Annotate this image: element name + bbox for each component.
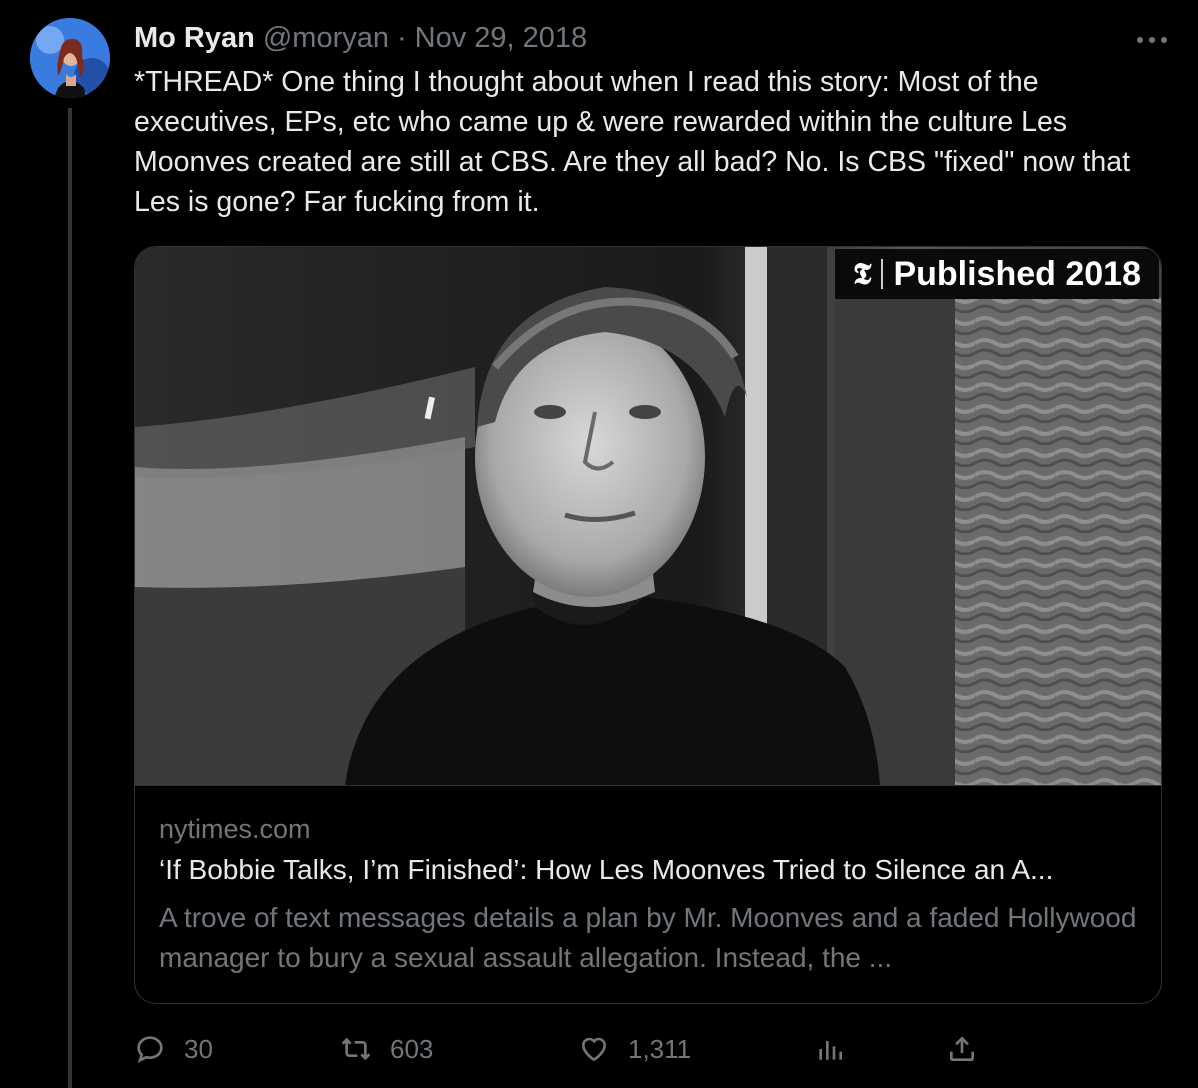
badge-separator [881, 259, 884, 289]
card-image: 𝕿 Published 2018 [135, 247, 1161, 785]
published-badge: 𝕿 Published 2018 [835, 249, 1159, 299]
views-button[interactable] [814, 1026, 846, 1072]
reply-count: 30 [184, 1033, 213, 1064]
like-icon [581, 1037, 607, 1062]
nyt-logo-icon: 𝕿 [853, 256, 872, 292]
tweet-date[interactable]: Nov 29, 2018 [415, 22, 588, 55]
tweet-text: *THREAD* One thing I thought about when … [134, 66, 1131, 218]
retweet-button[interactable]: 603 [340, 1026, 433, 1072]
card-info[interactable]: nytimes.com ‘If Bobbie Talks, I’m Finish… [135, 785, 1161, 1003]
like-button[interactable]: 1,311 [578, 1026, 691, 1072]
author-handle[interactable]: @moryan [263, 22, 389, 55]
avatar[interactable] [30, 18, 110, 98]
like-count: 1,311 [628, 1033, 692, 1064]
link-card[interactable]: 𝕿 Published 2018 nytimes.com ‘If Bobbie … [134, 246, 1162, 1004]
card-description: A trove of text messages details a plan … [159, 902, 1137, 973]
tweet-header: Mo Ryan @moryan · Nov 29, 2018 [134, 20, 587, 56]
reply-icon [137, 1036, 163, 1064]
more-icon[interactable] [1134, 22, 1170, 58]
tweet: Mo Ryan @moryan · Nov 29, 2018 *THREAD* … [0, 0, 1198, 1088]
badge-text: Published 2018 [893, 254, 1141, 293]
retweet-icon [341, 1037, 371, 1061]
views-icon [819, 1041, 842, 1060]
card-headline: ‘If Bobbie Talks, I’m Finished’: How Les… [159, 854, 1054, 885]
share-button[interactable] [946, 1026, 978, 1072]
separator-dot: · [396, 21, 407, 54]
share-icon [950, 1036, 974, 1061]
author-name[interactable]: Mo Ryan [134, 22, 255, 55]
action-bar: 30 603 1,311 [134, 1026, 1160, 1076]
thread-line [68, 108, 72, 1088]
reply-button[interactable]: 30 [134, 1026, 213, 1072]
retweet-count: 603 [390, 1033, 434, 1064]
card-domain: nytimes.com [159, 814, 311, 844]
